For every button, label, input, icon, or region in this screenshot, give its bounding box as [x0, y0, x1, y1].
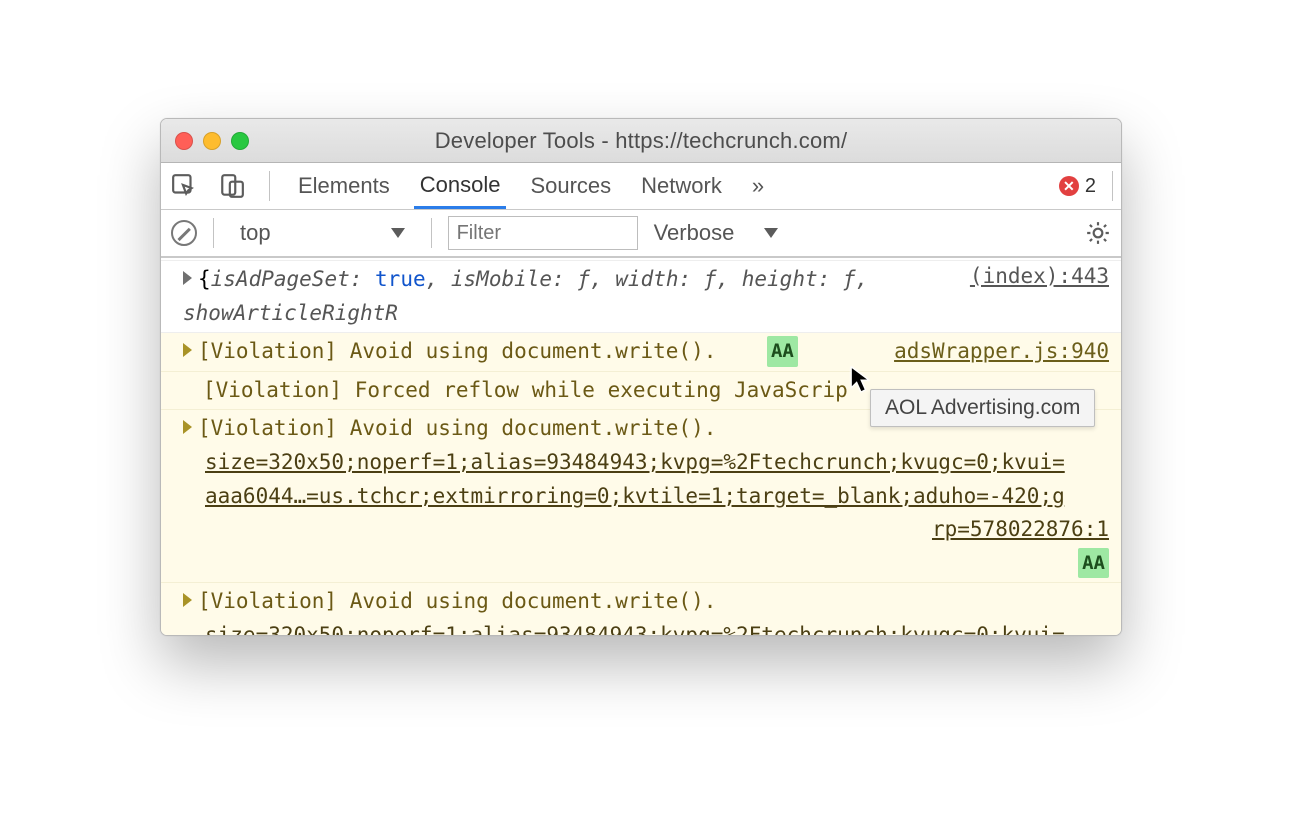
- clear-console-icon[interactable]: [171, 220, 197, 246]
- tab-elements[interactable]: Elements: [292, 163, 396, 209]
- window-title: Developer Tools - https://techcrunch.com…: [161, 128, 1121, 154]
- object-value: ƒ: [704, 267, 717, 291]
- toolbar-separator: [1112, 171, 1113, 201]
- object-brace: {: [198, 267, 211, 291]
- error-icon: ✕: [1059, 176, 1079, 196]
- object-value: ƒ: [577, 267, 590, 291]
- expand-triangle-icon[interactable]: [183, 420, 192, 434]
- error-count-badge[interactable]: ✕ 2: [1059, 175, 1096, 198]
- console-filter-input[interactable]: [448, 216, 638, 250]
- source-link[interactable]: size=320x50;noperf=1;alias=93484943;kvpg…: [205, 619, 1065, 635]
- console-row-warning: [Violation] Avoid using document.write()…: [161, 410, 1121, 583]
- inspect-element-icon[interactable]: [169, 171, 199, 201]
- console-filterbar: top Verbose: [161, 210, 1121, 258]
- thirdparty-badge[interactable]: AA: [767, 336, 798, 366]
- traffic-lights: [175, 132, 249, 150]
- execution-context-selector[interactable]: top: [230, 216, 415, 250]
- expand-triangle-icon[interactable]: [183, 343, 192, 357]
- window-maximize-button[interactable]: [231, 132, 249, 150]
- window-minimize-button[interactable]: [203, 132, 221, 150]
- source-link[interactable]: adsWrapper.js:940: [894, 335, 1109, 369]
- warning-text: [Violation] Avoid using document.write()…: [198, 589, 716, 613]
- window-titlebar: Developer Tools - https://techcrunch.com…: [161, 119, 1121, 163]
- object-value: true: [375, 267, 426, 291]
- log-level-selector[interactable]: Verbose: [654, 220, 779, 246]
- console-row-warning: adsWrapper.js:940 [Violation] Avoid usin…: [161, 333, 1121, 372]
- mouse-cursor-icon: [850, 366, 872, 399]
- warning-text: [Violation] Avoid using document.write()…: [198, 416, 716, 440]
- tab-console[interactable]: Console: [414, 163, 507, 209]
- source-link[interactable]: aaa6044…=us.tchcr;extmirroring=0;kvtile=…: [205, 480, 1065, 514]
- expand-triangle-icon[interactable]: [183, 271, 192, 285]
- log-level-label: Verbose: [654, 220, 735, 246]
- context-label: top: [240, 220, 271, 246]
- console-row: {isAdPageSet: true, isMobile: ƒ, width: …: [161, 261, 1121, 333]
- object-key: , width:: [590, 267, 691, 291]
- filterbar-separator: [431, 218, 432, 248]
- tabs-overflow[interactable]: »: [746, 163, 770, 209]
- object-key: isAdPageSet:: [211, 267, 363, 291]
- source-link[interactable]: rp=578022876:1: [932, 517, 1109, 541]
- devtools-window: Developer Tools - https://techcrunch.com…: [160, 118, 1122, 636]
- thirdparty-badge[interactable]: AA: [1078, 548, 1109, 578]
- error-count: 2: [1085, 175, 1096, 198]
- warning-text: [Violation] Avoid using document.write()…: [198, 339, 716, 363]
- dropdown-triangle-icon: [764, 228, 778, 238]
- console-row-warning: [Violation] Avoid using document.write()…: [161, 583, 1121, 635]
- devtools-toolbar: Elements Console Sources Network » ✕ 2: [161, 163, 1121, 210]
- window-close-button[interactable]: [175, 132, 193, 150]
- tab-network[interactable]: Network: [635, 163, 728, 209]
- device-toolbar-icon[interactable]: [217, 171, 247, 201]
- source-link[interactable]: size=320x50;noperf=1;alias=93484943;kvpg…: [205, 446, 1065, 480]
- object-key: , height:: [716, 267, 830, 291]
- warning-text: [Violation] Forced reflow while executin…: [203, 378, 848, 402]
- object-key: , isMobile:: [426, 267, 565, 291]
- dropdown-triangle-icon: [391, 228, 405, 238]
- tab-sources[interactable]: Sources: [524, 163, 617, 209]
- badge-tooltip: AOL Advertising.com: [870, 389, 1095, 427]
- console-settings-icon[interactable]: [1085, 220, 1111, 246]
- toolbar-separator: [269, 171, 270, 201]
- expand-triangle-icon[interactable]: [183, 593, 192, 607]
- console-output: (index):443 {isAdPageSet: true, isMobile…: [161, 258, 1121, 635]
- object-value: ƒ: [843, 267, 856, 291]
- filterbar-separator: [213, 218, 214, 248]
